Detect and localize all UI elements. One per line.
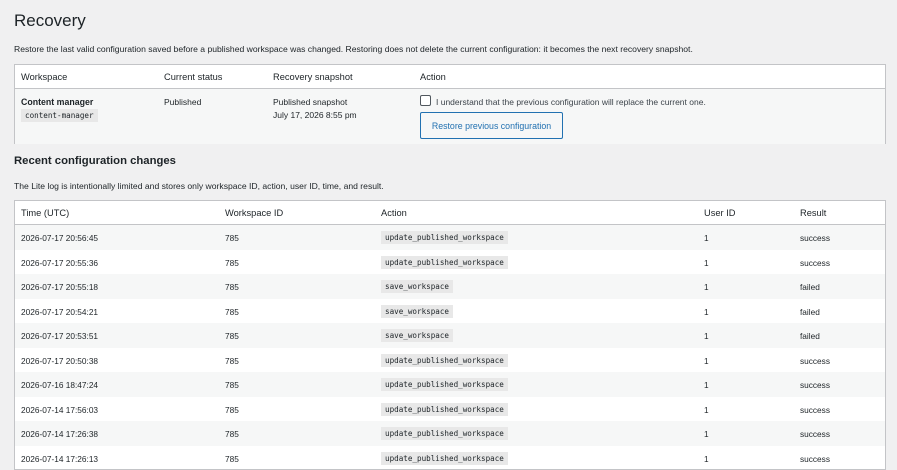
cell-time: 2026-07-14 17:26:38: [21, 429, 98, 439]
cell-user-id: 1: [704, 380, 709, 390]
log-description: The Lite log is intentionally limited an…: [14, 181, 384, 191]
table-row: 2026-07-16 18:47:24 785 update_published_w…: [15, 372, 885, 397]
snapshot-label: Published snapshot: [273, 97, 347, 107]
cell-user-id: 1: [704, 405, 709, 415]
header-recovery-snapshot: Recovery snapshot: [273, 72, 353, 82]
cell-result: failed: [800, 307, 820, 317]
recovery-table: Workspace Current status Recovery snapsh…: [14, 64, 886, 144]
page-title: Recovery: [14, 11, 86, 31]
cell-workspace-id: 785: [225, 429, 239, 439]
cell-user-id: 1: [704, 258, 709, 268]
cell-user-id: 1: [704, 454, 709, 464]
log-table-body: 2026-07-17 20:56:45 785 update_published_w…: [15, 225, 885, 470]
cell-result: success: [800, 454, 830, 464]
header-workspace-id: Workspace ID: [225, 208, 283, 218]
cell-action: update_published_workspace: [381, 403, 508, 416]
cell-workspace-id: 785: [225, 405, 239, 415]
cell-action: update_published_workspace: [381, 452, 508, 465]
header-workspace: Workspace: [21, 72, 67, 82]
table-row: 2026-07-17 20:56:45 785 update_published_w…: [15, 225, 885, 250]
cell-workspace-id: 785: [225, 331, 239, 341]
table-row: 2026-07-17 20:55:18 785 save_workspace 1 fai…: [15, 274, 885, 299]
table-row: 2026-07-17 20:53:51 785 save_workspace 1 fai…: [15, 323, 885, 348]
cell-time: 2026-07-17 20:50:38: [21, 356, 98, 366]
cell-result: success: [800, 233, 830, 243]
cell-workspace-id: 785: [225, 380, 239, 390]
table-row: 2026-07-14 17:26:38 785 update_published_w…: [15, 421, 885, 446]
log-table-header: Time (UTC) Workspace ID Action User ID R…: [15, 201, 885, 225]
cell-action: update_published_workspace: [381, 427, 508, 440]
header-action: Action: [420, 72, 446, 82]
cell-time: 2026-07-17 20:56:45: [21, 233, 98, 243]
confirm-checkbox[interactable]: [420, 95, 431, 106]
cell-time: 2026-07-17 20:55:18: [21, 282, 98, 292]
page-intro: Restore the last valid configuration sav…: [14, 44, 693, 54]
header-user-id: User ID: [704, 208, 736, 218]
cell-user-id: 1: [704, 233, 709, 243]
cell-user-id: 1: [704, 331, 709, 341]
table-row: 2026-07-17 20:50:38 785 update_published_w…: [15, 348, 885, 373]
workspace-status: Published: [164, 97, 201, 107]
header-current-status: Current status: [164, 72, 222, 82]
cell-result: success: [800, 405, 830, 415]
cell-time: 2026-07-17 20:55:36: [21, 258, 98, 268]
cell-result: success: [800, 380, 830, 390]
cell-workspace-id: 785: [225, 454, 239, 464]
confirm-label[interactable]: I understand that the previous configura…: [436, 97, 706, 107]
table-row: 2026-07-17 20:55:36 785 update_published_w…: [15, 250, 885, 275]
workspace-slug: content-manager: [21, 109, 98, 122]
change-log-table: Time (UTC) Workspace ID Action User ID R…: [14, 200, 886, 470]
table-row: 2026-07-14 17:26:13 785 update_published_w…: [15, 446, 885, 470]
cell-workspace-id: 785: [225, 233, 239, 243]
cell-action: save_workspace: [381, 280, 453, 293]
cell-time: 2026-07-16 18:47:24: [21, 380, 98, 390]
header-result: Result: [800, 208, 826, 218]
table-row: 2026-07-14 17:56:03 785 update_published_w…: [15, 397, 885, 422]
log-title: Recent configuration changes: [14, 155, 176, 167]
workspace-name: Content manager: [21, 97, 93, 107]
header-action: Action: [381, 208, 407, 218]
cell-result: success: [800, 258, 830, 268]
restore-previous-configuration-button[interactable]: Restore previous configuration: [420, 112, 563, 139]
cell-time: 2026-07-14 17:56:03: [21, 405, 98, 415]
cell-user-id: 1: [704, 282, 709, 292]
cell-user-id: 1: [704, 429, 709, 439]
snapshot-date: July 17, 2026 8:55 pm: [273, 110, 357, 120]
cell-user-id: 1: [704, 356, 709, 366]
cell-result: failed: [800, 282, 820, 292]
cell-user-id: 1: [704, 307, 709, 317]
cell-action: update_published_workspace: [381, 378, 508, 391]
cell-time: 2026-07-14 17:26:13: [21, 454, 98, 464]
cell-workspace-id: 785: [225, 282, 239, 292]
cell-action: update_published_workspace: [381, 354, 508, 367]
cell-time: 2026-07-17 20:54:21: [21, 307, 98, 317]
cell-workspace-id: 785: [225, 307, 239, 317]
cell-action: update_published_workspace: [381, 256, 508, 269]
cell-action: save_workspace: [381, 329, 453, 342]
cell-time: 2026-07-17 20:53:51: [21, 331, 98, 341]
recovery-table-header: Workspace Current status Recovery snapsh…: [15, 65, 885, 89]
cell-workspace-id: 785: [225, 356, 239, 366]
cell-action: save_workspace: [381, 305, 453, 318]
header-time: Time (UTC): [21, 208, 69, 218]
cell-workspace-id: 785: [225, 258, 239, 268]
cell-result: success: [800, 429, 830, 439]
recovery-row: Content manager content-manager Publishe…: [15, 89, 885, 144]
cell-action: update_published_workspace: [381, 231, 508, 244]
cell-result: failed: [800, 331, 820, 341]
table-row: 2026-07-17 20:54:21 785 save_workspace 1 fai…: [15, 299, 885, 324]
cell-result: success: [800, 356, 830, 366]
